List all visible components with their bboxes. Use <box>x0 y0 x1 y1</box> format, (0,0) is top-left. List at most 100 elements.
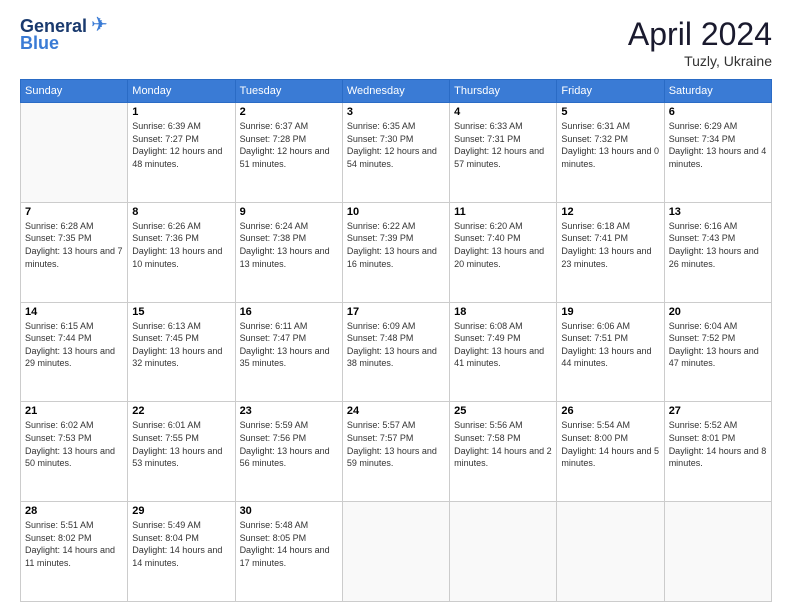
calendar-week-1: 1 Sunrise: 6:39 AMSunset: 7:27 PMDayligh… <box>21 103 772 203</box>
col-tuesday: Tuesday <box>235 80 342 103</box>
table-row: 2 Sunrise: 6:37 AMSunset: 7:28 PMDayligh… <box>235 103 342 203</box>
table-row: 3 Sunrise: 6:35 AMSunset: 7:30 PMDayligh… <box>342 103 449 203</box>
table-row: 15 Sunrise: 6:13 AMSunset: 7:45 PMDaylig… <box>128 302 235 402</box>
calendar-header-row: Sunday Monday Tuesday Wednesday Thursday… <box>21 80 772 103</box>
day-info: Sunrise: 5:59 AMSunset: 7:56 PMDaylight:… <box>240 419 338 469</box>
day-number: 1 <box>132 106 230 118</box>
day-info: Sunrise: 5:56 AMSunset: 7:58 PMDaylight:… <box>454 419 552 469</box>
col-sunday: Sunday <box>21 80 128 103</box>
day-number: 13 <box>669 206 767 218</box>
day-number: 2 <box>240 106 338 118</box>
day-number: 5 <box>561 106 659 118</box>
table-row: 12 Sunrise: 6:18 AMSunset: 7:41 PMDaylig… <box>557 202 664 302</box>
table-row: 20 Sunrise: 6:04 AMSunset: 7:52 PMDaylig… <box>664 302 771 402</box>
table-row: 21 Sunrise: 6:02 AMSunset: 7:53 PMDaylig… <box>21 402 128 502</box>
day-number: 19 <box>561 306 659 318</box>
day-info: Sunrise: 5:52 AMSunset: 8:01 PMDaylight:… <box>669 419 767 469</box>
day-info: Sunrise: 6:04 AMSunset: 7:52 PMDaylight:… <box>669 320 767 370</box>
day-info: Sunrise: 6:39 AMSunset: 7:27 PMDaylight:… <box>132 120 230 170</box>
day-info: Sunrise: 6:28 AMSunset: 7:35 PMDaylight:… <box>25 220 123 270</box>
table-row: 18 Sunrise: 6:08 AMSunset: 7:49 PMDaylig… <box>450 302 557 402</box>
table-row: 1 Sunrise: 6:39 AMSunset: 7:27 PMDayligh… <box>128 103 235 203</box>
day-info: Sunrise: 6:33 AMSunset: 7:31 PMDaylight:… <box>454 120 552 170</box>
table-row: 13 Sunrise: 6:16 AMSunset: 7:43 PMDaylig… <box>664 202 771 302</box>
day-info: Sunrise: 6:11 AMSunset: 7:47 PMDaylight:… <box>240 320 338 370</box>
table-row: 5 Sunrise: 6:31 AMSunset: 7:32 PMDayligh… <box>557 103 664 203</box>
table-row: 28 Sunrise: 5:51 AMSunset: 8:02 PMDaylig… <box>21 502 128 602</box>
calendar-week-3: 14 Sunrise: 6:15 AMSunset: 7:44 PMDaylig… <box>21 302 772 402</box>
table-row: 30 Sunrise: 5:48 AMSunset: 8:05 PMDaylig… <box>235 502 342 602</box>
day-info: Sunrise: 6:29 AMSunset: 7:34 PMDaylight:… <box>669 120 767 170</box>
col-thursday: Thursday <box>450 80 557 103</box>
day-number: 12 <box>561 206 659 218</box>
col-friday: Friday <box>557 80 664 103</box>
day-number: 28 <box>25 505 123 517</box>
table-row <box>557 502 664 602</box>
day-number: 10 <box>347 206 445 218</box>
day-info: Sunrise: 6:08 AMSunset: 7:49 PMDaylight:… <box>454 320 552 370</box>
day-info: Sunrise: 6:31 AMSunset: 7:32 PMDaylight:… <box>561 120 659 170</box>
location: Tuzly, Ukraine <box>628 53 772 69</box>
day-number: 16 <box>240 306 338 318</box>
table-row: 29 Sunrise: 5:49 AMSunset: 8:04 PMDaylig… <box>128 502 235 602</box>
day-info: Sunrise: 6:13 AMSunset: 7:45 PMDaylight:… <box>132 320 230 370</box>
day-info: Sunrise: 6:18 AMSunset: 7:41 PMDaylight:… <box>561 220 659 270</box>
day-info: Sunrise: 6:06 AMSunset: 7:51 PMDaylight:… <box>561 320 659 370</box>
table-row: 19 Sunrise: 6:06 AMSunset: 7:51 PMDaylig… <box>557 302 664 402</box>
logo: General ✈ Blue <box>20 16 108 54</box>
table-row: 26 Sunrise: 5:54 AMSunset: 8:00 PMDaylig… <box>557 402 664 502</box>
header: General ✈ Blue April 2024 Tuzly, Ukraine <box>20 16 772 69</box>
day-number: 26 <box>561 405 659 417</box>
calendar-table: Sunday Monday Tuesday Wednesday Thursday… <box>20 79 772 602</box>
day-info: Sunrise: 6:01 AMSunset: 7:55 PMDaylight:… <box>132 419 230 469</box>
logo-blue: Blue <box>20 33 59 54</box>
day-number: 17 <box>347 306 445 318</box>
day-info: Sunrise: 6:37 AMSunset: 7:28 PMDaylight:… <box>240 120 338 170</box>
day-info: Sunrise: 6:20 AMSunset: 7:40 PMDaylight:… <box>454 220 552 270</box>
day-info: Sunrise: 6:15 AMSunset: 7:44 PMDaylight:… <box>25 320 123 370</box>
day-info: Sunrise: 6:35 AMSunset: 7:30 PMDaylight:… <box>347 120 445 170</box>
day-info: Sunrise: 6:16 AMSunset: 7:43 PMDaylight:… <box>669 220 767 270</box>
day-number: 15 <box>132 306 230 318</box>
table-row: 10 Sunrise: 6:22 AMSunset: 7:39 PMDaylig… <box>342 202 449 302</box>
calendar-week-4: 21 Sunrise: 6:02 AMSunset: 7:53 PMDaylig… <box>21 402 772 502</box>
table-row: 8 Sunrise: 6:26 AMSunset: 7:36 PMDayligh… <box>128 202 235 302</box>
day-info: Sunrise: 5:54 AMSunset: 8:00 PMDaylight:… <box>561 419 659 469</box>
calendar-week-2: 7 Sunrise: 6:28 AMSunset: 7:35 PMDayligh… <box>21 202 772 302</box>
day-number: 7 <box>25 206 123 218</box>
day-info: Sunrise: 5:49 AMSunset: 8:04 PMDaylight:… <box>132 519 230 569</box>
day-number: 9 <box>240 206 338 218</box>
day-number: 4 <box>454 106 552 118</box>
day-info: Sunrise: 6:24 AMSunset: 7:38 PMDaylight:… <box>240 220 338 270</box>
day-info: Sunrise: 6:09 AMSunset: 7:48 PMDaylight:… <box>347 320 445 370</box>
day-number: 22 <box>132 405 230 417</box>
day-number: 25 <box>454 405 552 417</box>
table-row: 9 Sunrise: 6:24 AMSunset: 7:38 PMDayligh… <box>235 202 342 302</box>
page: General ✈ Blue April 2024 Tuzly, Ukraine… <box>0 0 792 612</box>
day-number: 3 <box>347 106 445 118</box>
table-row: 27 Sunrise: 5:52 AMSunset: 8:01 PMDaylig… <box>664 402 771 502</box>
table-row: 24 Sunrise: 5:57 AMSunset: 7:57 PMDaylig… <box>342 402 449 502</box>
table-row <box>450 502 557 602</box>
table-row <box>664 502 771 602</box>
day-info: Sunrise: 5:51 AMSunset: 8:02 PMDaylight:… <box>25 519 123 569</box>
day-info: Sunrise: 6:26 AMSunset: 7:36 PMDaylight:… <box>132 220 230 270</box>
day-info: Sunrise: 6:02 AMSunset: 7:53 PMDaylight:… <box>25 419 123 469</box>
table-row: 17 Sunrise: 6:09 AMSunset: 7:48 PMDaylig… <box>342 302 449 402</box>
day-number: 21 <box>25 405 123 417</box>
table-row: 23 Sunrise: 5:59 AMSunset: 7:56 PMDaylig… <box>235 402 342 502</box>
logo-bird-icon: ✈ <box>91 12 108 37</box>
col-saturday: Saturday <box>664 80 771 103</box>
day-number: 11 <box>454 206 552 218</box>
day-number: 6 <box>669 106 767 118</box>
table-row: 25 Sunrise: 5:56 AMSunset: 7:58 PMDaylig… <box>450 402 557 502</box>
table-row: 6 Sunrise: 6:29 AMSunset: 7:34 PMDayligh… <box>664 103 771 203</box>
table-row: 7 Sunrise: 6:28 AMSunset: 7:35 PMDayligh… <box>21 202 128 302</box>
table-row: 22 Sunrise: 6:01 AMSunset: 7:55 PMDaylig… <box>128 402 235 502</box>
table-row: 4 Sunrise: 6:33 AMSunset: 7:31 PMDayligh… <box>450 103 557 203</box>
table-row: 16 Sunrise: 6:11 AMSunset: 7:47 PMDaylig… <box>235 302 342 402</box>
table-row: 14 Sunrise: 6:15 AMSunset: 7:44 PMDaylig… <box>21 302 128 402</box>
day-number: 20 <box>669 306 767 318</box>
day-number: 30 <box>240 505 338 517</box>
day-number: 14 <box>25 306 123 318</box>
